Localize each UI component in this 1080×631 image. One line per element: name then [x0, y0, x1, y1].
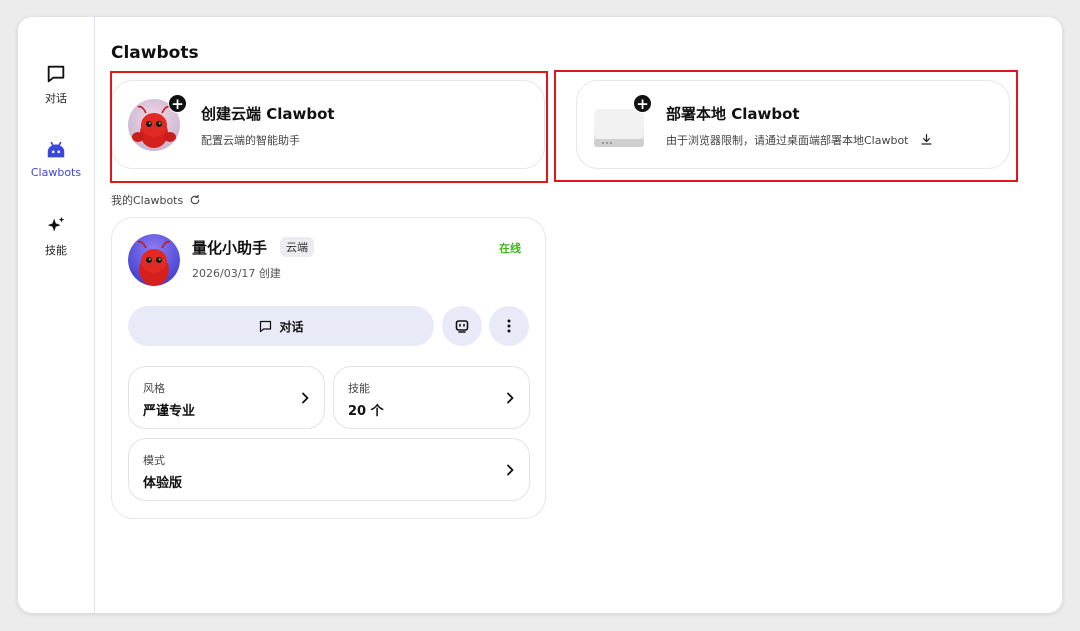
my-clawbots-header: 我的Clawbots — [111, 192, 201, 208]
create-cloud-clawbot-card[interactable]: + 创建云端 Clawbot 配置云端的智能助手 — [111, 80, 545, 169]
plus-icon: + — [168, 94, 187, 113]
plus-icon: + — [633, 94, 652, 113]
card-subtitle-text: 由于浏览器限制，请通过桌面端部署本地Clawbot — [666, 134, 909, 147]
chevron-right-icon — [302, 392, 309, 404]
sparkles-icon — [47, 216, 65, 232]
more-vertical-icon — [507, 319, 511, 333]
lobster-avatar: + — [128, 94, 187, 151]
card-subtitle: 由于浏览器限制，请通过桌面端部署本地Clawbot — [666, 132, 933, 148]
chevron-right-icon — [507, 464, 514, 476]
more-options-button[interactable] — [489, 306, 529, 346]
section-label: 我的Clawbots — [111, 194, 184, 207]
card-title: 创建云端 Clawbot — [201, 105, 335, 123]
bot-created-date: 2026/03/17 创建 — [192, 267, 281, 280]
setting-value: 体验版 — [143, 476, 183, 491]
deploy-local-clawbot-card[interactable]: + 部署本地 Clawbot 由于浏览器限制，请通过桌面端部署本地Clawbot — [576, 80, 1010, 169]
sidebar-item-label: 技能 — [45, 244, 67, 257]
robot-face-icon — [455, 320, 469, 333]
card-subtitle: 配置云端的智能助手 — [201, 134, 300, 147]
setting-label: 风格 — [143, 382, 165, 395]
mac-mini-avatar: + — [593, 94, 652, 151]
refresh-icon[interactable] — [189, 194, 201, 206]
sidebar-item-clawbots[interactable]: Clawbots — [18, 139, 94, 179]
setting-value: 严谨专业 — [143, 404, 196, 419]
android-robot-icon — [47, 141, 65, 158]
sidebar-item-label: Clawbots — [30, 166, 82, 179]
main-content: Clawbots + 创建云端 Clawbot 配置云端的智能助手 + 部署本地… — [110, 17, 1062, 613]
app-window: 对话 Clawbots 技能 Clawbots + 创建云端 Clawbot 配… — [18, 17, 1062, 613]
bot-name: 量化小助手 — [192, 239, 268, 257]
setting-value: 20 个 — [348, 404, 384, 419]
chevron-right-icon — [507, 392, 514, 404]
chat-bubble-icon — [260, 320, 272, 332]
setting-label: 技能 — [348, 382, 370, 395]
card-title: 部署本地 Clawbot — [666, 105, 800, 123]
status-badge: 在线 — [499, 242, 521, 255]
bot-console-button[interactable] — [442, 306, 482, 346]
bot-avatar — [128, 234, 180, 286]
sidebar: 对话 Clawbots 技能 — [18, 17, 95, 613]
bot-type-badge: 云端 — [280, 237, 314, 257]
style-setting[interactable]: 风格 严谨专业 — [128, 366, 325, 429]
chat-button[interactable]: 对话 — [128, 306, 434, 346]
sidebar-item-chat[interactable]: 对话 — [18, 63, 94, 106]
bot-card[interactable]: 量化小助手 云端 2026/03/17 创建 在线 对话 风格 严谨专业 技能 … — [111, 217, 546, 519]
download-icon[interactable] — [920, 133, 933, 146]
sidebar-item-skills[interactable]: 技能 — [18, 215, 94, 258]
sidebar-item-label: 对话 — [45, 92, 67, 105]
chat-button-label: 对话 — [279, 319, 304, 334]
skills-setting[interactable]: 技能 20 个 — [333, 366, 530, 429]
chat-bubble-icon — [47, 65, 65, 83]
setting-label: 模式 — [143, 454, 165, 467]
mode-setting[interactable]: 模式 体验版 — [128, 438, 530, 501]
page-title: Clawbots — [111, 43, 199, 63]
